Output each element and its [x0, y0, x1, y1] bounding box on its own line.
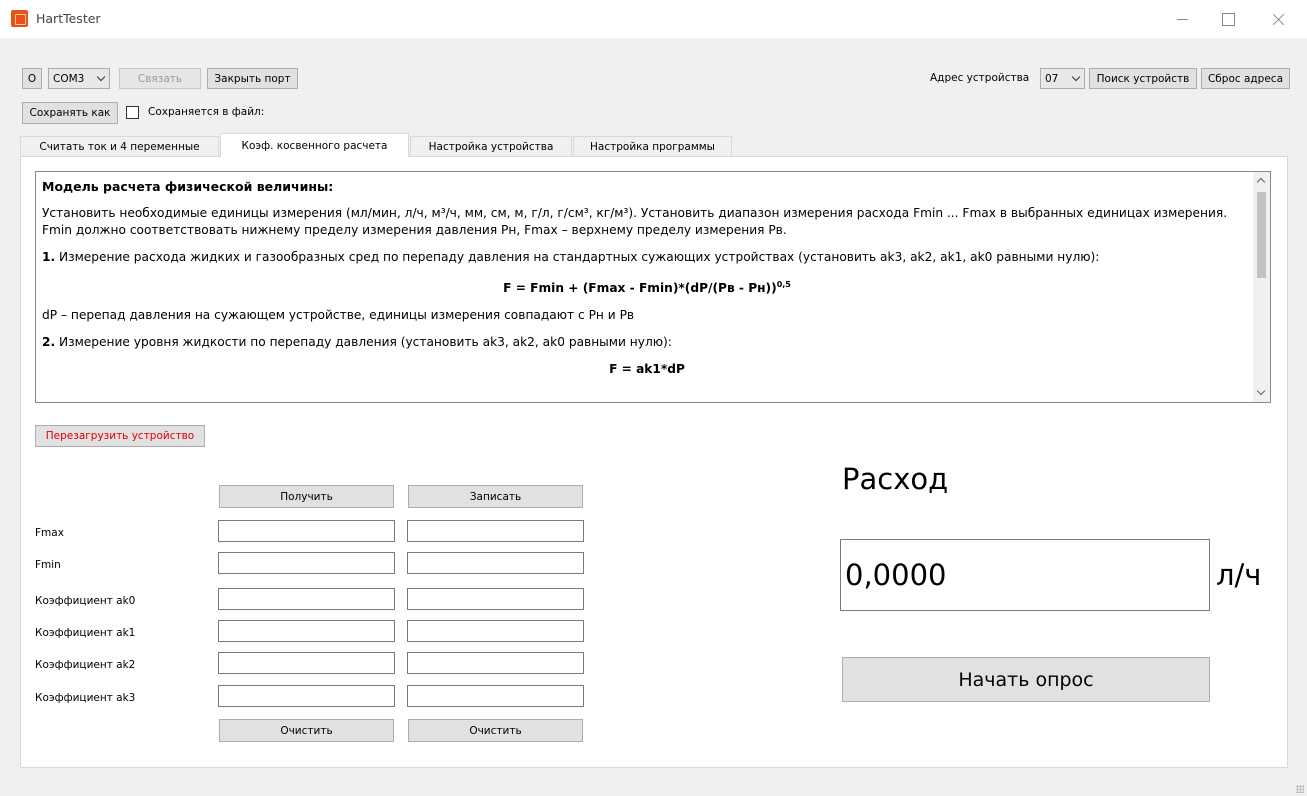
- clear-read-button[interactable]: Очистить: [219, 719, 394, 742]
- formula2: F = ak1*dP: [609, 362, 685, 377]
- clear-write-button[interactable]: Очистить: [408, 719, 583, 742]
- formula1-exponent: 0,5: [776, 280, 791, 289]
- app-icon: [11, 10, 28, 27]
- minimize-icon[interactable]: [1159, 6, 1205, 32]
- ak1-read-field[interactable]: [218, 620, 395, 642]
- fmin-write-field[interactable]: [407, 552, 584, 574]
- ak0-read-field[interactable]: [218, 588, 395, 610]
- scroll-down-icon[interactable]: [1256, 386, 1266, 396]
- tab-program-settings[interactable]: Настройка программы: [573, 136, 732, 156]
- fmin-read-field[interactable]: [218, 552, 395, 574]
- write-button[interactable]: Записать: [408, 485, 583, 508]
- ak2-read-field[interactable]: [218, 652, 395, 674]
- dp-description: dP – перепад давления на сужающем устрой…: [42, 308, 635, 323]
- vertical-scrollbar[interactable]: [1253, 172, 1270, 402]
- title-bar: HartTester: [0, 0, 1307, 38]
- port-select[interactable]: COM3: [48, 68, 110, 89]
- save-to-file-label: Сохраняется в файл:: [148, 106, 265, 118]
- item1-number: 1.: [42, 250, 56, 264]
- ak3-write-field[interactable]: [407, 685, 584, 707]
- tab-indirect-coefficients[interactable]: Коэф. косвенного расчета: [220, 133, 409, 157]
- scroll-up-icon[interactable]: [1256, 177, 1266, 187]
- ak1-write-field[interactable]: [407, 620, 584, 642]
- search-devices-button[interactable]: Поиск устройств: [1089, 68, 1197, 89]
- chevron-down-icon: [1071, 72, 1081, 82]
- flow-value-field: 0,0000: [840, 539, 1210, 611]
- close-icon[interactable]: [1255, 6, 1301, 32]
- reset-address-button[interactable]: Сброс адреса: [1201, 68, 1290, 89]
- o-button[interactable]: O: [22, 68, 42, 89]
- device-address-select[interactable]: 07: [1040, 68, 1085, 89]
- ak0-label: Коэффициент ak0: [35, 595, 136, 607]
- port-select-value: COM3: [53, 72, 85, 85]
- device-address-label: Адрес устройства: [930, 72, 1030, 84]
- maximize-icon[interactable]: [1205, 6, 1251, 32]
- close-port-button[interactable]: Закрыть порт: [207, 68, 298, 89]
- chevron-down-icon: [96, 72, 106, 82]
- description-text-area[interactable]: Модель расчета физической величины: Уста…: [35, 171, 1271, 403]
- description-heading: Модель расчета физической величины:: [42, 179, 334, 194]
- flow-unit: л/ч: [1216, 558, 1262, 592]
- description-item1: 1. Измерение расхода жидких и газообразн…: [42, 249, 1252, 266]
- window-title: HartTester: [36, 11, 101, 26]
- description-item2: 2. Измерение уровня жидкости по перепаду…: [42, 334, 1252, 351]
- scrollbar-thumb[interactable]: [1257, 192, 1266, 278]
- save-as-button[interactable]: Сохранять как: [22, 102, 118, 124]
- tab-device-settings[interactable]: Настройка устройства: [410, 136, 572, 156]
- fmax-write-field[interactable]: [407, 520, 584, 542]
- ak3-label: Коэффициент ak3: [35, 692, 136, 704]
- ak2-label: Коэффициент ak2: [35, 659, 136, 671]
- ak3-read-field[interactable]: [218, 685, 395, 707]
- start-polling-button[interactable]: Начать опрос: [842, 657, 1210, 702]
- ak0-write-field[interactable]: [407, 588, 584, 610]
- description-para1: Установить необходимые единицы измерения…: [42, 206, 1228, 237]
- tab-read-current[interactable]: Считать ток и 4 переменные: [20, 136, 219, 156]
- flow-title: Расход: [842, 462, 949, 496]
- item2-text: Измерение уровня жидкости по перепаду да…: [59, 335, 672, 350]
- resize-grip-icon[interactable]: [1296, 785, 1304, 793]
- save-to-file-checkbox[interactable]: [126, 106, 139, 119]
- fmax-label: Fmax: [35, 527, 64, 539]
- device-address-value: 07: [1045, 72, 1059, 85]
- get-button[interactable]: Получить: [219, 485, 394, 508]
- item1-text: Измерение расхода жидких и газообразных …: [59, 250, 1100, 264]
- formula1-text: F = Fmin + (Fmax - Fmin)*(dP/(Pв - Pн)): [503, 281, 777, 296]
- fmin-label: Fmin: [35, 559, 61, 571]
- reboot-device-button[interactable]: Перезагрузить устройство: [35, 425, 205, 447]
- connect-button[interactable]: Связать: [119, 68, 201, 89]
- formula1: F = Fmin + (Fmax - Fmin)*(dP/(Pв - Pн))0…: [42, 276, 1252, 297]
- ak1-label: Коэффициент ak1: [35, 627, 136, 639]
- item2-number: 2.: [42, 335, 56, 350]
- fmax-read-field[interactable]: [218, 520, 395, 542]
- ak2-write-field[interactable]: [407, 652, 584, 674]
